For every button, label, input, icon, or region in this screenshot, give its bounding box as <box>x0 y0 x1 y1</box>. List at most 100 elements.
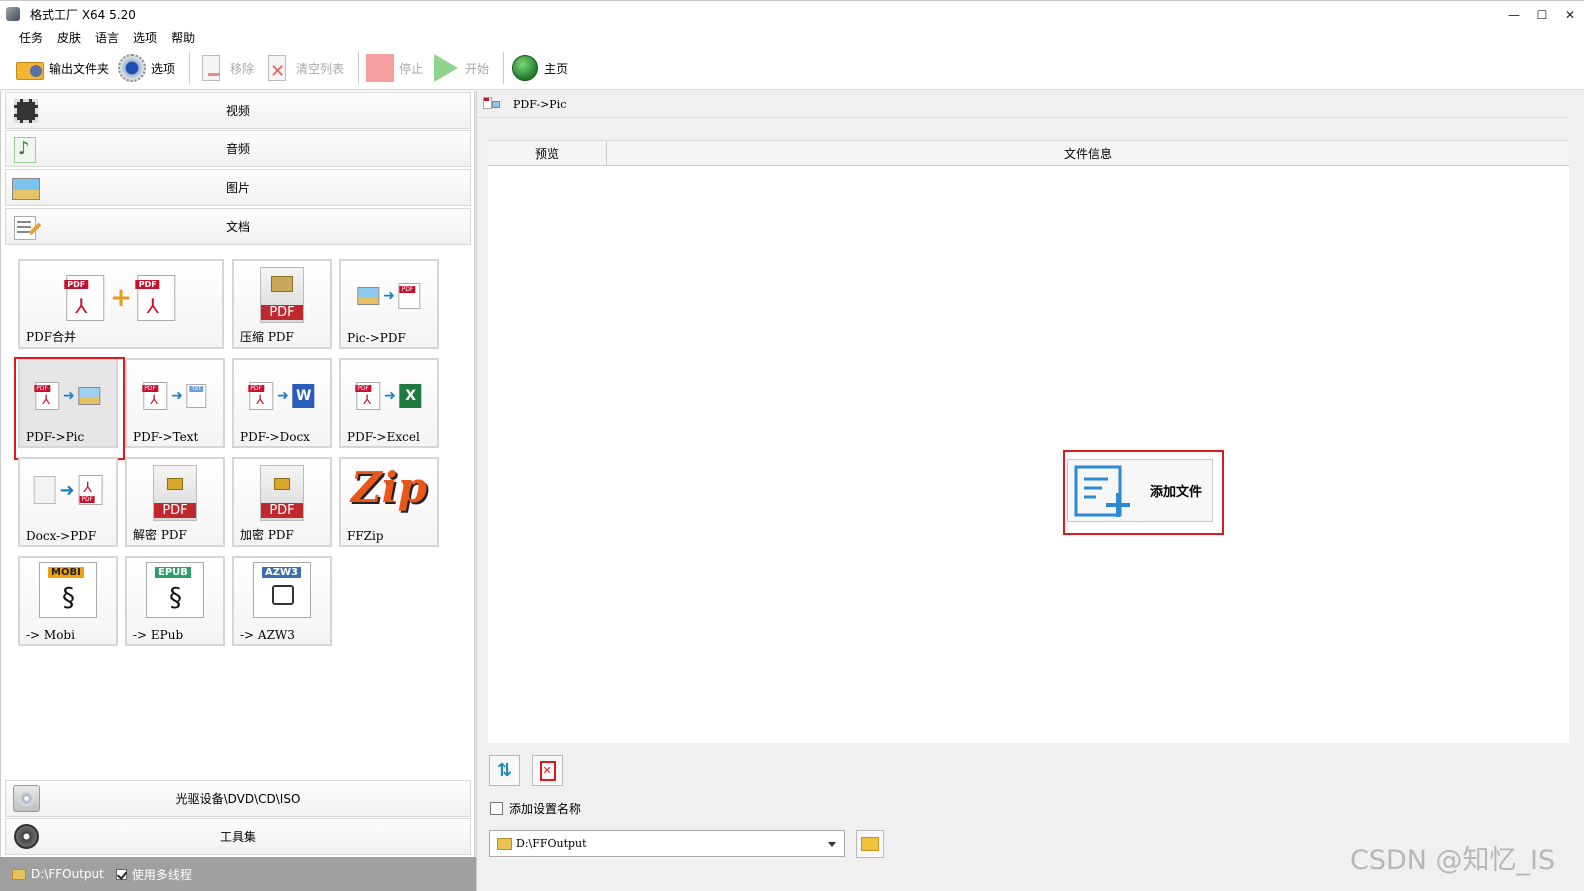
task-title: PDF->Pic <box>513 97 567 111</box>
tile-encrypt-pdf[interactable]: PDF 加密 PDF <box>232 457 332 547</box>
folder-icon <box>15 53 45 83</box>
tile-ffzip[interactable]: Zip FFZip <box>339 457 439 547</box>
music-note-icon: ♪ <box>12 135 39 163</box>
category-toolbox[interactable]: 工具集 <box>5 818 471 855</box>
start-button[interactable]: 开始 <box>431 49 497 87</box>
azw3-ebook-icon: AZW3 <box>253 562 311 618</box>
options-button[interactable]: 选项 <box>117 49 183 87</box>
tile-decrypt-pdf[interactable]: PDF 解密 PDF <box>125 457 225 547</box>
remove-label: 移除 <box>230 61 255 76</box>
window-controls: — ☐ ✕ <box>1500 1 1584 28</box>
add-file-button[interactable]: 添加文件 <box>1067 459 1213 522</box>
tile-pdf-to-docx[interactable]: PDF ⅄ ➜ W PDF->Docx <box>232 358 332 448</box>
add-file-icon <box>1074 465 1130 517</box>
docx-to-pdf-icon: ➜ ⅄ PDF <box>33 475 103 505</box>
delete-file-button[interactable]: ✕ <box>532 755 563 786</box>
minimize-button[interactable]: — <box>1500 1 1528 28</box>
category-optical-label: 光驱设备\DVD\CD\ISO <box>175 792 301 806</box>
output-folder-button[interactable]: 输出文件夹 <box>15 49 117 87</box>
status-bar: D:\FFOutput 使用多线程 <box>0 857 476 891</box>
tile-compress-pdf-label: 压缩 PDF <box>240 330 294 344</box>
remove-button[interactable]: 移除 <box>196 49 262 87</box>
close-button[interactable]: ✕ <box>1556 1 1584 28</box>
tile-pdf-to-excel[interactable]: PDF ⅄ ➜ X PDF->Excel <box>339 358 439 448</box>
output-dir-select[interactable]: D:\FFOutput <box>489 830 845 857</box>
multithread-checkbox[interactable] <box>115 868 127 880</box>
category-audio[interactable]: ♪ 音频 <box>5 130 471 167</box>
category-picture[interactable]: 图片 <box>5 169 471 206</box>
tile-docx-to-pdf[interactable]: ➜ ⅄ PDF Docx->PDF <box>18 457 118 547</box>
category-video[interactable]: 视频 <box>5 92 471 129</box>
maximize-button[interactable]: ☐ <box>1528 1 1556 28</box>
pdf-to-excel-icon: PDF ⅄ ➜ X <box>355 382 422 410</box>
category-panel: 视频 ♪ 音频 图片 文档 PDF ⅄ + PDF ⅄ PDF合并 PDF 压缩… <box>0 91 475 866</box>
add-setting-name-row: 添加设置名称 <box>490 800 581 817</box>
home-button[interactable]: 主页 <box>510 49 576 87</box>
folder-icon <box>497 837 512 850</box>
settings-gear-icon <box>117 53 147 83</box>
tile-ffzip-label: FFZip <box>347 529 384 543</box>
clear-list-label: 清空列表 <box>296 61 345 76</box>
file-list[interactable]: 预览 文件信息 添加文件 <box>488 140 1569 743</box>
task-header: PDF->Pic <box>477 91 1569 118</box>
pic-to-pdf-icon: ➜ PDF <box>357 283 421 309</box>
remove-file-icon <box>196 53 226 83</box>
title-bar: 格式工厂 X64 5.20 — ☐ ✕ <box>0 0 1584 27</box>
pdf-to-docx-icon: PDF ⅄ ➜ W <box>248 382 315 410</box>
globe-icon <box>510 53 540 83</box>
tile-to-epub-label: -> EPub <box>133 628 184 642</box>
status-output-path[interactable]: D:\FFOutput <box>31 867 104 881</box>
task-panel: PDF->Pic 预览 文件信息 添加文件 ⇅ ✕ 添加设置名称 D:\FFOu… <box>476 91 1569 891</box>
clear-list-button[interactable]: ✕ 清空列表 <box>262 49 352 87</box>
menu-task[interactable]: 任务 <box>12 29 50 46</box>
category-document[interactable]: 文档 <box>5 208 471 245</box>
browse-folder-button[interactable] <box>856 830 884 858</box>
stop-button[interactable]: 停止 <box>365 49 431 87</box>
landscape-picture-icon <box>12 174 40 202</box>
lock-pdf-icon: PDF <box>260 465 304 524</box>
tile-pic-to-pdf[interactable]: ➜ PDF Pic->PDF <box>339 259 439 349</box>
category-video-label: 视频 <box>225 104 250 118</box>
mobi-ebook-icon: MOBI § <box>39 562 97 618</box>
tile-pdf-merge[interactable]: PDF ⅄ + PDF ⅄ PDF合并 <box>18 259 224 349</box>
tile-pic-to-pdf-label: Pic->PDF <box>347 331 406 345</box>
tile-pdf-to-text-label: PDF->Text <box>133 430 199 444</box>
sort-arrows-icon: ⇅ <box>496 760 513 781</box>
tile-docx-to-pdf-label: Docx->PDF <box>26 529 97 543</box>
tile-pdf-merge-label: PDF合并 <box>26 330 77 344</box>
column-preview[interactable]: 预览 <box>488 141 607 165</box>
file-list-header: 预览 文件信息 <box>488 140 1569 166</box>
menu-options[interactable]: 选项 <box>126 29 164 46</box>
sort-button[interactable]: ⇅ <box>489 755 520 786</box>
tile-pdf-to-docx-label: PDF->Docx <box>240 430 310 444</box>
output-folder-label: 输出文件夹 <box>49 61 110 76</box>
category-toolbox-label: 工具集 <box>219 830 256 844</box>
category-audio-label: 音频 <box>225 142 250 156</box>
tile-pdf-to-excel-label: PDF->Excel <box>347 430 420 444</box>
menu-skin[interactable]: 皮肤 <box>50 29 88 46</box>
tile-pdf-to-text[interactable]: PDF ⅄ ➜ TXT PDF->Text <box>125 358 225 448</box>
disc-icon <box>12 784 41 813</box>
document-pencil-icon <box>12 213 42 241</box>
tile-to-azw3[interactable]: AZW3 -> AZW3 <box>232 556 332 646</box>
home-label: 主页 <box>544 61 569 76</box>
delete-file-icon: ✕ <box>539 760 556 781</box>
toolbar-separator <box>358 52 360 84</box>
category-optical-drive[interactable]: 光驱设备\DVD\CD\ISO <box>5 780 471 817</box>
tile-pdf-to-pic-highlight <box>14 357 125 460</box>
folder-icon <box>12 868 26 880</box>
tile-compress-pdf[interactable]: PDF 压缩 PDF <box>232 259 332 349</box>
menu-help[interactable]: 帮助 <box>164 29 202 46</box>
menu-language[interactable]: 语言 <box>88 29 126 46</box>
tile-to-epub[interactable]: EPUB § -> EPub <box>125 556 225 646</box>
toolbar-separator <box>189 52 191 84</box>
tile-encrypt-pdf-label: 加密 PDF <box>240 528 294 542</box>
toolbar-separator <box>503 52 505 84</box>
tile-to-mobi[interactable]: MOBI § -> Mobi <box>18 556 118 646</box>
epub-ebook-icon: EPUB § <box>146 562 204 618</box>
pdf-to-text-icon: PDF ⅄ ➜ TXT <box>142 382 207 410</box>
add-setting-name-label: 添加设置名称 <box>509 802 582 816</box>
pdf-merge-icon: PDF ⅄ + PDF ⅄ <box>64 275 176 321</box>
column-file-info[interactable]: 文件信息 <box>607 141 1569 165</box>
add-setting-name-checkbox[interactable] <box>490 802 503 815</box>
